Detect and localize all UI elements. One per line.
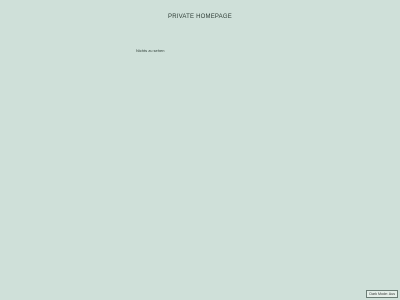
dark-mode-toggle-button[interactable]: Dark Mode: Aus [366,290,398,298]
page-title: PRIVATE HOMEPAGE [168,14,232,20]
page: PRIVATE HOMEPAGE Nichts zu sehen Dark Mo… [0,0,400,300]
main-message: Nichts zu sehen [136,48,165,53]
